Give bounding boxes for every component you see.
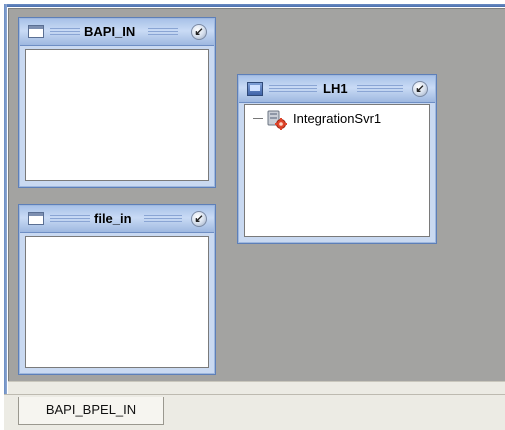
minimize-arrow-icon[interactable]: ↙: [191, 24, 207, 40]
window-icon: [28, 212, 44, 225]
tree-node-label: IntegrationSvr1: [293, 111, 382, 126]
file-in-titlebar[interactable]: file_in ↙: [20, 206, 214, 233]
computer-icon: [247, 82, 263, 96]
minimize-arrow-glyph: ↙: [194, 26, 204, 38]
bapi-in-window[interactable]: BAPI_IN ↙: [18, 17, 216, 188]
bapi-in-title: BAPI_IN: [84, 24, 136, 39]
tab-bapi-bpel-in[interactable]: BAPI_BPEL_IN: [18, 397, 164, 425]
file-in-content[interactable]: [25, 236, 209, 368]
title-grip: [50, 28, 80, 37]
tree-connector: [253, 118, 263, 119]
server-icon: [266, 110, 288, 130]
canvas-top-border: [4, 4, 505, 7]
file-in-title: file_in: [94, 211, 132, 226]
workspace-scroll-strip: [8, 381, 505, 395]
lh1-content[interactable]: IntegrationSvr1: [244, 104, 430, 237]
minimize-arrow-icon[interactable]: ↙: [191, 211, 207, 227]
title-grip: [50, 215, 90, 224]
lh1-title: LH1: [323, 81, 348, 96]
minimize-arrow-glyph: ↙: [415, 83, 425, 95]
lh1-window[interactable]: LH1 ↙ IntegrationSvr1: [237, 74, 437, 244]
editor-tab-bar: BAPI_BPEL_IN: [4, 394, 505, 430]
lh1-titlebar[interactable]: LH1 ↙: [239, 76, 435, 103]
window-icon: [28, 25, 44, 38]
title-grip: [357, 85, 403, 94]
file-in-window[interactable]: file_in ↙: [18, 204, 216, 375]
minimize-arrow-glyph: ↙: [194, 213, 204, 225]
deployment-canvas: BAPI_IN ↙ file_in ↙ LH1 ↙ IntegrationSvr…: [0, 0, 505, 430]
title-grip: [269, 85, 317, 94]
canvas-left-border: [4, 4, 7, 394]
title-grip: [144, 215, 182, 224]
bapi-in-content[interactable]: [25, 49, 209, 181]
bapi-in-titlebar[interactable]: BAPI_IN ↙: [20, 19, 214, 46]
title-grip: [148, 28, 178, 37]
minimize-arrow-icon[interactable]: ↙: [412, 81, 428, 97]
